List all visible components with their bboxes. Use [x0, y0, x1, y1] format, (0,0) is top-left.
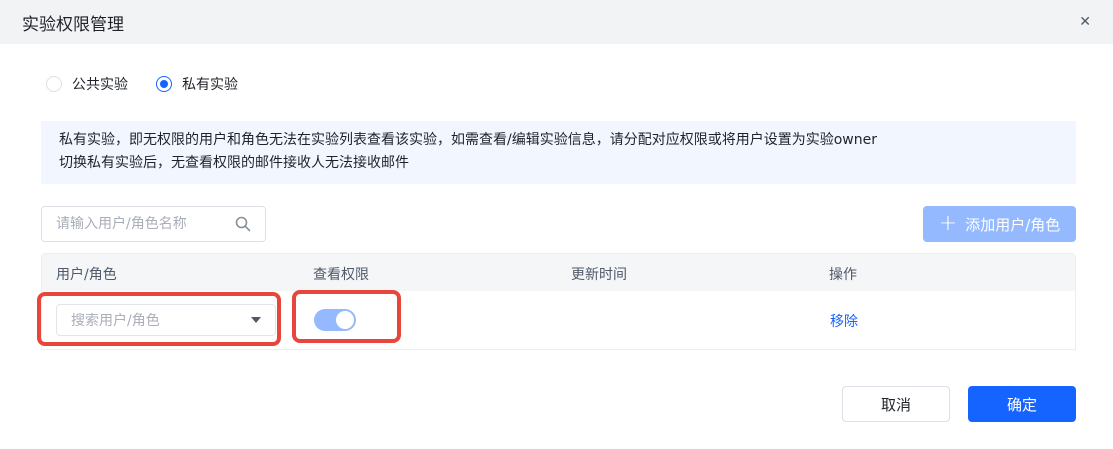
remove-link[interactable]: 移除	[830, 311, 858, 331]
user-role-select-placeholder: 搜索用户/角色	[71, 313, 160, 329]
search-box[interactable]	[41, 206, 266, 242]
add-user-role-label: 添加用户/角色	[965, 215, 1061, 234]
column-header-action: 操作	[829, 267, 857, 283]
private-notice: 私有实验，即无权限的用户和角色无法在实验列表查看该实验，如需查看/编辑实验信息，…	[41, 121, 1076, 184]
radio-private-label: 私有实验	[182, 77, 238, 93]
dialog-header: 实验权限管理 ✕	[0, 0, 1113, 44]
cancel-button[interactable]: 取消	[842, 386, 950, 422]
add-user-role-button[interactable]: + 添加用户/角色	[923, 206, 1076, 242]
column-header-updated-time: 更新时间	[571, 267, 627, 283]
column-header-view-permission: 查看权限	[313, 267, 369, 283]
visibility-radio-group: 公共实验 私有实验	[46, 74, 238, 94]
caret-down-icon	[251, 317, 261, 323]
search-input[interactable]	[56, 216, 226, 232]
radio-private[interactable]: 私有实验	[156, 74, 238, 94]
user-role-select[interactable]: 搜索用户/角色	[56, 304, 276, 336]
radio-public[interactable]: 公共实验	[46, 74, 128, 94]
search-icon[interactable]	[235, 216, 251, 232]
table-header: 用户/角色 查看权限 更新时间 操作	[42, 254, 1075, 291]
confirm-button[interactable]: 确定	[968, 386, 1076, 422]
notice-line-2: 切换私有实验后，无查看权限的邮件接收人无法接收邮件	[59, 155, 409, 171]
column-header-user-role: 用户/角色	[56, 267, 117, 283]
close-icon[interactable]: ✕	[1079, 15, 1091, 29]
notice-line-1: 私有实验，即无权限的用户和角色无法在实验列表查看该实验，如需查看/编辑实验信息，…	[59, 132, 877, 148]
view-permission-toggle[interactable]	[314, 309, 356, 331]
permission-table: 用户/角色 查看权限 更新时间 操作 搜索用户/角色 移除	[41, 253, 1076, 350]
radio-public-label: 公共实验	[72, 77, 128, 93]
toggle-knob	[336, 311, 354, 329]
radio-private-circle-icon	[156, 76, 172, 92]
table-row: 搜索用户/角色 移除	[42, 291, 1075, 349]
radio-public-circle-icon	[46, 76, 62, 92]
plus-icon: +	[938, 211, 958, 236]
dialog-title: 实验权限管理	[22, 14, 124, 35]
